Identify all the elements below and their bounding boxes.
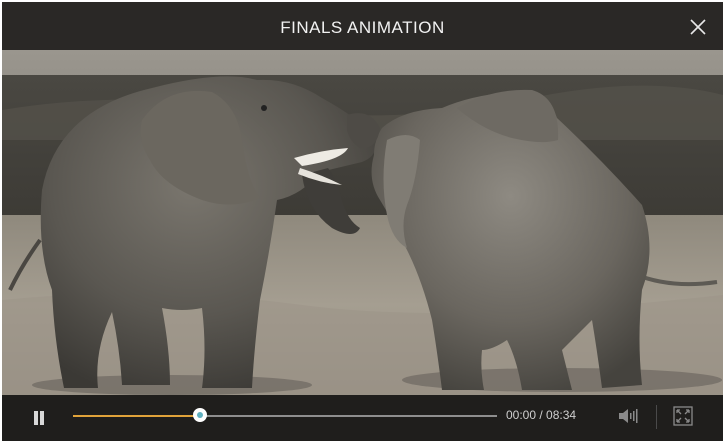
close-button[interactable] bbox=[687, 16, 709, 38]
video-player-window: FINALS ANIMATION 00:00 / 08:34 bbox=[2, 2, 723, 441]
current-time: 00:00 bbox=[506, 408, 537, 422]
fullscreen-icon bbox=[673, 406, 693, 426]
window-title: FINALS ANIMATION bbox=[280, 18, 445, 37]
video-frame[interactable] bbox=[2, 50, 723, 395]
progress-knob[interactable] bbox=[193, 408, 208, 422]
time-display: 00:00 / 08:34 bbox=[506, 408, 576, 422]
controls-divider bbox=[656, 405, 657, 429]
duration: 08:34 bbox=[546, 408, 577, 422]
progress-track[interactable] bbox=[73, 408, 497, 422]
title-bar: FINALS ANIMATION bbox=[2, 2, 723, 50]
close-icon bbox=[690, 19, 706, 35]
volume-icon bbox=[619, 409, 638, 423]
progress-played bbox=[73, 415, 201, 417]
volume-button[interactable] bbox=[617, 407, 639, 425]
pause-icon bbox=[34, 411, 38, 425]
elephants-video-image bbox=[2, 50, 723, 395]
pause-button[interactable] bbox=[32, 411, 46, 425]
playback-controls: 00:00 / 08:34 bbox=[2, 395, 723, 441]
time-separator: / bbox=[536, 408, 547, 422]
fullscreen-button[interactable] bbox=[673, 406, 693, 426]
